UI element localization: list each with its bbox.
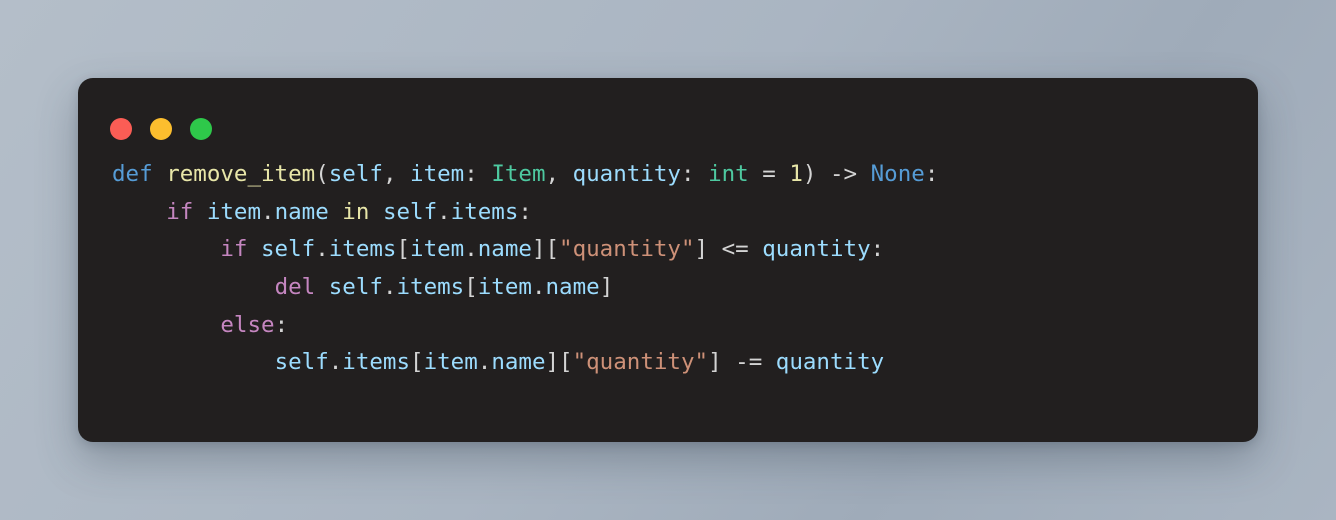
code-token: : (680, 161, 709, 187)
code-token: , (382, 161, 411, 187)
code-token: name (274, 198, 329, 225)
code-token: ) (802, 161, 817, 187)
code-line: if item.name in self.items: (112, 194, 1244, 232)
code-line: else: (112, 307, 1244, 345)
code-token: quantity (572, 161, 681, 187)
code-line: del self.items[item.name] (112, 269, 1244, 307)
code-block[interactable]: def remove_item(self, item: Item, quanti… (112, 156, 1244, 382)
code-line: self.items[item.name]["quantity"] -= qua… (112, 344, 1244, 382)
code-token: items (342, 349, 411, 376)
code-token: remove_item (166, 161, 316, 187)
code-token: . (531, 274, 546, 301)
code-token: -= (721, 349, 776, 376)
code-token: ] (599, 274, 614, 301)
code-token: quantity (775, 349, 885, 376)
code-token: items (396, 274, 465, 301)
code-token: [ (410, 349, 424, 376)
code-token: name (477, 236, 532, 263)
maximize-icon[interactable] (190, 118, 212, 140)
code-token: if (166, 198, 194, 225)
code-token: . (315, 236, 329, 263)
code-token: = (748, 161, 790, 187)
code-token: [ (464, 274, 478, 301)
code-token: <= (708, 236, 763, 263)
code-token: int (708, 161, 749, 187)
code-token: del (274, 274, 316, 301)
code-token: in (342, 198, 370, 225)
window-titlebar (110, 118, 212, 140)
code-token: self (274, 349, 329, 376)
screenshot-stage: def remove_item(self, item: Item, quanti… (0, 0, 1336, 520)
code-token: : (518, 198, 532, 225)
code-token: [ (396, 236, 411, 263)
code-token: -> (816, 161, 871, 187)
code-token: : (870, 236, 885, 263)
code-token: name (545, 274, 600, 301)
code-token: . (261, 198, 275, 225)
code-token: : (274, 311, 289, 338)
code-token: ][ (531, 236, 560, 263)
code-token: Item (491, 161, 546, 187)
code-token: ][ (545, 349, 573, 376)
code-content[interactable]: def remove_item(self, item: Item, quanti… (112, 156, 1244, 382)
code-token: self (261, 236, 316, 263)
code-token: if (220, 236, 248, 263)
code-token: . (382, 274, 397, 301)
code-token: self (382, 198, 438, 225)
code-token: : (464, 161, 492, 187)
code-token: "quantity" (559, 236, 695, 263)
code-line: if self.items[item.name]["quantity"] <= … (112, 231, 1244, 269)
code-token: . (477, 349, 492, 376)
code-token: self (328, 274, 383, 301)
code-token: quantity (762, 236, 871, 263)
code-token: . (464, 236, 478, 263)
code-token: , (545, 161, 573, 187)
code-token: item (410, 236, 465, 263)
code-token: : (924, 161, 939, 187)
code-token: item (423, 349, 478, 376)
code-token: "quantity" (572, 349, 709, 376)
code-token: item (410, 161, 465, 187)
code-token: . (437, 198, 451, 225)
code-snippet-window: def remove_item(self, item: Item, quanti… (78, 78, 1258, 442)
code-token: items (328, 236, 397, 263)
code-token: self (328, 161, 383, 187)
code-token: None (870, 161, 925, 187)
code-token: else (220, 311, 275, 338)
minimize-icon[interactable] (150, 118, 172, 140)
code-token: def (112, 161, 153, 187)
code-token: ] (694, 236, 709, 263)
close-icon[interactable] (110, 118, 132, 140)
code-token: item (477, 274, 532, 301)
code-token: ( (315, 161, 329, 187)
code-token: name (491, 349, 546, 376)
code-token: . (328, 349, 343, 376)
code-token: 1 (789, 161, 803, 187)
code-line: def remove_item(self, item: Item, quanti… (112, 156, 1244, 194)
code-token: items (450, 198, 519, 225)
code-token: item (206, 198, 262, 225)
code-token: ] (708, 349, 722, 376)
